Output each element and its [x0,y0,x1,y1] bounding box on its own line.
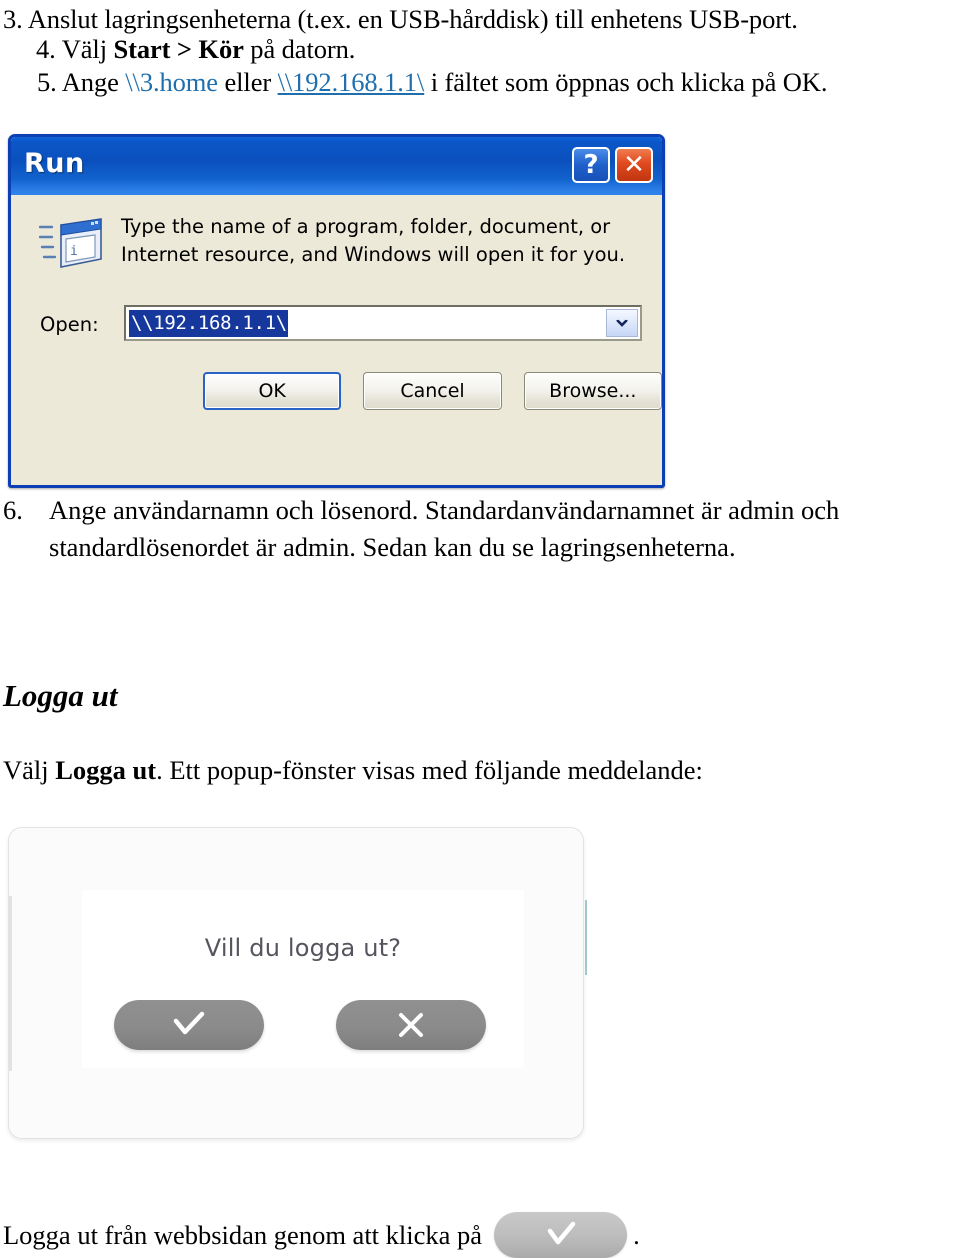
hostname-link[interactable]: \\3.home [125,67,218,97]
open-field-row: Open: \\192.168.1.1\ [11,305,662,345]
titlebar-button-group: ? ✕ [572,147,653,183]
logout-popup-question: Vill du logga ut? [204,934,402,962]
run-dialog-title: Run [24,148,85,179]
checkmark-icon [171,1010,207,1040]
logout-popup-panel: Vill du logga ut? [82,890,524,1068]
open-label: Open: [40,313,99,336]
run-window-icon: i [38,215,105,273]
close-icon[interactable]: ✕ [615,147,653,183]
run-dialog-description: Type the name of a program, folder, docu… [121,215,626,266]
ok-button[interactable]: OK [203,372,342,410]
logout-intro-prefix: Välj [3,755,56,785]
cancel-logout-button[interactable] [336,1000,486,1050]
step-3-text: Anslut lagringsenheterna (t.ex. en USB-h… [27,4,798,34]
step-4-prefix: Välj [61,34,114,64]
popup-right-edge-artifact [585,900,587,975]
step-5-middle: eller [217,67,278,97]
inline-confirm-button[interactable] [494,1212,628,1258]
svg-text:i: i [70,244,78,259]
logout-final-suffix: . [633,1220,640,1250]
step-4-suffix: på datorn. [243,34,356,64]
step-6-text: Ange användarnamn och lösenord. Standard… [49,495,840,562]
step-5-prefix: Ange [61,67,126,97]
open-input-value: \\192.168.1.1\ [129,309,288,337]
logout-intro-bold: Logga ut [55,755,157,785]
open-input[interactable]: \\192.168.1.1\ [124,305,642,341]
step-4-number: 4. [36,34,56,64]
logout-final-prefix: Logga ut från webbsidan genom att klicka… [3,1220,483,1250]
logout-intro-text: Välj Logga ut. Ett popup-fönster visas m… [3,755,703,786]
run-dialog: Run ? ✕ i Type the name of a program, fo… [8,134,665,488]
run-dialog-button-row: OK Cancel Browse... [11,372,662,410]
run-dialog-body: i Type the name of a program, folder, do… [11,195,662,485]
step-4-bold-path: Start > Kör [113,34,244,64]
run-dialog-titlebar: Run ? ✕ [11,137,662,195]
logout-intro-suffix: . Ett popup-fönster visas med följande m… [156,755,703,785]
step-6-number: 6. [3,495,23,525]
cancel-button[interactable]: Cancel [363,372,502,410]
help-icon[interactable]: ? [572,147,610,183]
browse-button[interactable]: Browse... [523,372,662,410]
instruction-step-5: 5. Ange \\3.home eller \\192.168.1.1\ i … [37,65,827,100]
step-3-number: 3. [3,4,23,34]
instruction-step-4: 4. Välj Start > Kör på datorn. [36,32,355,67]
popup-left-edge-artifact [9,896,12,1071]
close-x-icon [396,1010,426,1040]
logout-popup-screenshot: Vill du logga ut? [8,827,584,1139]
step-5-suffix: i fältet som öppnas och klicka på OK. [424,67,828,97]
instruction-step-6: 6. Ange användarnamn och lösenord. Stand… [3,492,957,566]
logout-section-heading: Logga ut [3,678,118,713]
chevron-down-icon[interactable] [606,309,638,337]
step-5-number: 5. [37,67,57,97]
confirm-logout-button[interactable] [114,1000,264,1050]
logout-popup-button-row [114,1000,494,1050]
logout-final-instruction: Logga ut från webbsidan genom att klicka… [3,1198,640,1258]
ip-address-link[interactable]: \\192.168.1.1\ [278,67,425,97]
